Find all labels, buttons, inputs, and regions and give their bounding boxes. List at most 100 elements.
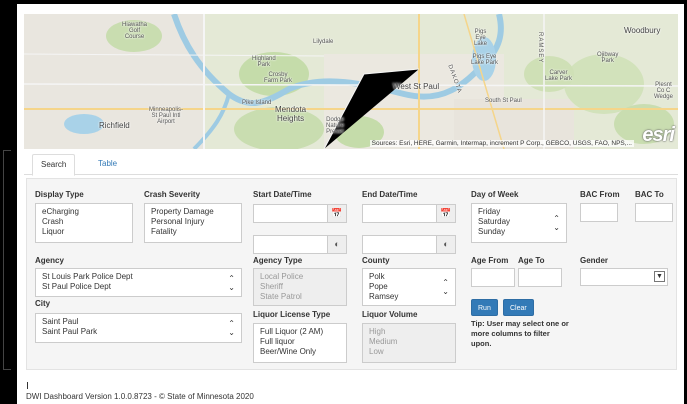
list-option[interactable]: Full Liquor (2 AM) [260,327,340,337]
list-option[interactable]: Saint Paul Park [42,327,235,337]
gender-select[interactable]: ▼ [580,268,668,286]
window-edge [3,150,11,370]
map-label-pleasant: Plesnt Co C Wedge [654,82,673,100]
list-option[interactable]: St Paul Police Dept [42,282,235,292]
calendar-icon[interactable]: 📅 [327,204,347,223]
map-label-hiawatha: Hiawatha Golf Course [122,22,148,40]
scroll-arrows-icon[interactable]: ⌃ ⌄ [442,278,449,296]
end-time-input[interactable] [362,235,436,254]
map-label-carver: Carver Lake Park [545,70,573,82]
scroll-arrows-icon[interactable]: ⌃ ⌄ [553,214,560,232]
county-listbox[interactable]: Polk Pope Ramsey ⌃ ⌄ [362,268,456,306]
list-option[interactable]: Friday [478,207,560,217]
filter-tip: Tip: User may select one or more columns… [471,319,569,348]
agency-label: Agency [35,256,64,265]
age-to-input[interactable] [518,268,562,287]
crash-severity-listbox[interactable]: Property Damage Personal Injury Fatality [144,203,242,243]
liquor-volume-label: Liquor Volume [362,310,418,319]
list-option[interactable]: Fatality [151,227,235,237]
tab-search[interactable]: Search [32,154,76,176]
chevron-down-icon[interactable]: ▼ [654,271,665,282]
day-of-week-listbox[interactable]: Friday Saturday Sunday ⌃ ⌄ [471,203,567,243]
list-option[interactable]: Local Police [260,272,340,282]
map-label-woodbury: Woodbury [624,26,661,35]
clock-icon[interactable]: ◐ [327,235,347,254]
list-option[interactable]: Sunday [478,227,560,237]
start-datetime-label: Start Date/Time [253,190,312,199]
list-option[interactable]: Polk [369,272,449,282]
day-of-week-label: Day of Week [471,190,519,199]
city-label: City [35,299,51,308]
list-option[interactable]: State Patrol [260,292,340,302]
map-label-west-st-paul: West St Paul [393,82,440,91]
map-label-highland: Highland Park [252,56,276,68]
map-attribution: Sources: Esri, HERE, Garmin, Intermap, i… [369,140,634,147]
map-label-pigs-eye-lake: Pigs Eye Lake [474,29,488,47]
list-option[interactable]: Low [369,347,449,357]
agency-listbox[interactable]: St Louis Park Police Dept St Paul Police… [35,268,242,297]
scroll-arrows-icon[interactable]: ⌃ ⌄ [228,274,235,292]
liquor-license-type-label: Liquor License Type [253,310,331,319]
map-label-ojibway: Ojibway Park [597,52,619,64]
tab-bar: Search Table [24,151,678,176]
tab-table[interactable]: Table [90,154,125,176]
map-label-richfield: Richfield [99,121,130,130]
list-option[interactable]: Pope [369,282,449,292]
liquor-volume-listbox[interactable]: High Medium Low [362,323,456,363]
display-type-listbox[interactable]: eCharging Crash Liquor [35,203,133,243]
city-listbox[interactable]: Saint Paul Saint Paul Park ⌃ ⌄ [35,313,242,343]
bac-from-input[interactable] [580,203,618,222]
list-option[interactable]: Personal Injury [151,217,235,227]
start-time-input[interactable] [253,235,327,254]
map-label-ramsey: RAMSEY [537,32,543,64]
list-option[interactable]: Crash [42,217,126,227]
list-option[interactable]: St Louis Park Police Dept [42,272,235,282]
run-button[interactable]: Run [471,299,498,316]
bac-to-label: BAC To [635,190,664,199]
map-label-pike-island: Pike Island [242,100,272,106]
map-label-mendota: Mendota Heights [275,105,307,123]
county-label: County [362,256,390,265]
end-datetime-label: End Date/Time [362,190,418,199]
crash-severity-label: Crash Severity [144,190,201,199]
list-option[interactable]: High [369,327,449,337]
list-option[interactable]: Full liquor [260,337,340,347]
esri-logo: esri [642,124,675,146]
map-label-crosby: Crosby Farm Park [264,72,293,84]
age-to-label: Age To [518,256,545,265]
display-type-label: Display Type [35,190,84,199]
gender-label: Gender [580,256,609,265]
end-date-input[interactable] [362,204,436,223]
map-label-airport: Minneapolis- St Paul Intl Airport [149,107,184,125]
clock-icon[interactable]: ◐ [436,235,456,254]
scroll-arrows-icon[interactable]: ⌃ ⌄ [228,319,235,337]
list-option[interactable]: Ramsey [369,292,449,302]
map-label-south-st-paul: South St Paul [485,98,522,104]
calendar-icon[interactable]: 📅 [436,204,456,223]
list-option[interactable]: Saturday [478,217,560,227]
list-option[interactable]: Beer/Wine Only [260,347,340,357]
dashboard-frame: Hiawatha Golf Course Lilydale Highland P… [17,4,684,404]
start-date-input[interactable] [253,204,327,223]
filter-panel: Display Type eCharging Crash Liquor Cras… [26,178,677,370]
liquor-license-type-listbox[interactable]: Full Liquor (2 AM) Full liquor Beer/Wine… [253,323,347,363]
bac-to-input[interactable] [635,203,673,222]
map-label-dodge: Dodge Nature Preser [326,117,345,135]
map-label-pigs-eye-park: Pigs Eye Lake Park [471,54,499,66]
list-option[interactable]: eCharging [42,207,126,217]
list-option[interactable]: Saint Paul [42,317,235,327]
text-cursor [27,382,28,389]
agency-type-label: Agency Type [253,256,303,265]
list-option[interactable]: Sheriff [260,282,340,292]
clear-button[interactable]: Clear [503,299,534,316]
version-footer: DWI Dashboard Version 1.0.0.8723 - © Sta… [26,392,254,401]
age-from-label: Age From [471,256,509,265]
bac-from-label: BAC From [580,190,620,199]
agency-type-listbox[interactable]: Local Police Sheriff State Patrol [253,268,347,306]
age-from-input[interactable] [471,268,515,287]
map-label-lilydale: Lilydale [313,39,334,45]
map-view[interactable]: Hiawatha Golf Course Lilydale Highland P… [24,14,678,149]
list-option[interactable]: Medium [369,337,449,347]
list-option[interactable]: Property Damage [151,207,235,217]
list-option[interactable]: Liquor [42,227,126,237]
